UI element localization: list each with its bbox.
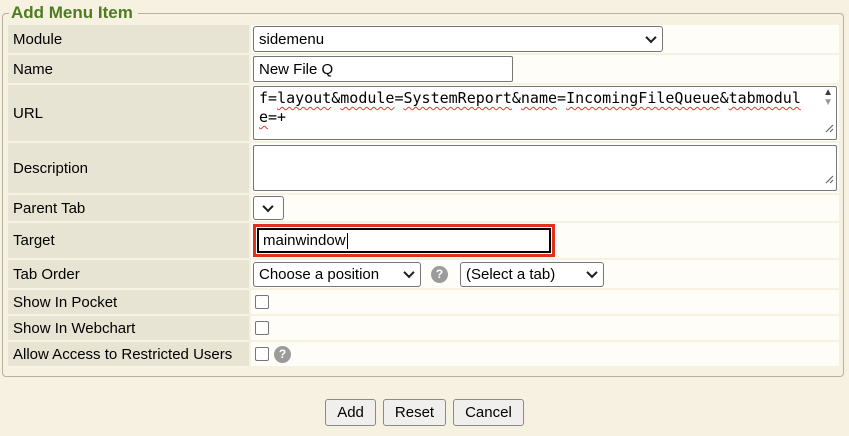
show-in-pocket-label: Show In Pocket: [8, 290, 249, 314]
url-label: URL: [8, 85, 249, 141]
reset-button[interactable]: Reset: [383, 399, 446, 426]
url-textarea[interactable]: f=layout&module=SystemReport&name=Incomi…: [253, 86, 837, 140]
description-textarea[interactable]: [253, 145, 837, 191]
allow-restricted-checkbox[interactable]: [255, 347, 269, 361]
form-row-parent-tab: Parent Tab: [8, 195, 839, 221]
add-button[interactable]: Add: [325, 399, 376, 426]
url-textarea-content: f=layout&module=SystemReport&name=Incomi…: [254, 87, 836, 129]
chevron-down-icon: [586, 267, 597, 278]
resize-handle-icon[interactable]: [825, 171, 834, 189]
show-in-webchart-label: Show In Webchart: [8, 316, 249, 340]
tab-position-select-value: Choose a position: [259, 266, 379, 283]
chevron-down-icon: [262, 201, 273, 212]
tab-select-value: (Select a tab): [466, 266, 555, 283]
text-caret: [347, 233, 348, 249]
chevron-down-icon: [403, 267, 414, 278]
description-textarea-content: [254, 146, 836, 150]
chevron-down-icon: [645, 32, 656, 43]
module-label: Module: [8, 25, 249, 53]
form-row-tab-order: Tab Order Choose a position ? (Select a …: [8, 260, 839, 288]
description-label: Description: [8, 143, 249, 193]
target-input-value: mainwindow: [263, 232, 346, 249]
parent-tab-select[interactable]: [253, 196, 284, 220]
tab-position-select[interactable]: Choose a position: [253, 262, 421, 287]
help-icon[interactable]: ?: [431, 266, 448, 283]
scroll-down-icon[interactable]: ▼: [823, 98, 833, 108]
form-row-name: Name: [8, 55, 839, 83]
target-input[interactable]: mainwindow: [257, 228, 551, 253]
show-in-pocket-checkbox[interactable]: [255, 295, 269, 309]
name-label: Name: [8, 55, 249, 83]
resize-handle-icon[interactable]: [825, 120, 834, 138]
module-select-value: sidemenu: [259, 31, 324, 48]
cancel-button[interactable]: Cancel: [453, 399, 524, 426]
tab-order-label: Tab Order: [8, 260, 249, 288]
form-row-target: Target mainwindow: [8, 223, 839, 258]
form-row-url: URL f=layout&module=SystemReport&name=In…: [8, 85, 839, 141]
scrollbar[interactable]: ▲ ▼: [823, 88, 833, 108]
form-row-module: Module sidemenu: [8, 25, 839, 53]
form-row-show-in-webchart: Show In Webchart: [8, 316, 839, 340]
name-input[interactable]: [253, 56, 513, 82]
form-row-description: Description: [8, 143, 839, 193]
form-row-allow-restricted: Allow Access to Restricted Users ?: [8, 342, 839, 366]
form-table: Module sidemenu Name URL f=layout&module…: [8, 25, 839, 366]
annotation-highlight: mainwindow: [253, 224, 555, 257]
tab-select[interactable]: (Select a tab): [460, 262, 604, 287]
parent-tab-label: Parent Tab: [8, 195, 249, 221]
add-menu-item-form: Add Menu Item Module sidemenu Name URL: [2, 3, 844, 377]
module-select[interactable]: sidemenu: [253, 26, 663, 52]
button-bar: Add Reset Cancel: [0, 399, 849, 426]
form-row-show-in-pocket: Show In Pocket: [8, 290, 839, 314]
show-in-webchart-checkbox[interactable]: [255, 321, 269, 335]
help-icon[interactable]: ?: [274, 346, 291, 363]
target-label: Target: [8, 223, 249, 258]
allow-restricted-label: Allow Access to Restricted Users: [8, 342, 249, 366]
form-legend: Add Menu Item: [9, 3, 138, 23]
